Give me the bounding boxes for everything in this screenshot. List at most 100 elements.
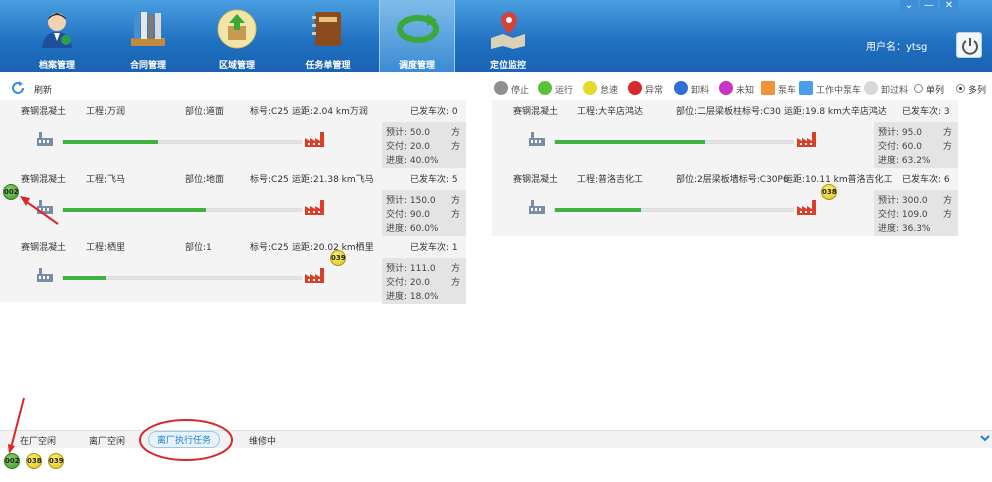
region-box-icon — [217, 9, 257, 49]
factory-icon — [305, 132, 324, 147]
task-distance: 运距:2.04 km万润 — [292, 107, 368, 117]
task-distance: 运距:19.8 km大辛店鸿达 — [784, 107, 887, 117]
view-single-label: 单列 — [926, 86, 945, 96]
nav-label: 合同管理 — [129, 61, 166, 71]
nav-location[interactable]: 定位监控 — [470, 0, 546, 72]
progress-fill — [555, 208, 642, 212]
task-project: 工程:飞马 — [86, 175, 126, 185]
truck-badge-002[interactable]: 002 — [3, 184, 19, 200]
status-dot — [583, 81, 597, 95]
task-part: 部位:1 — [185, 243, 212, 253]
task-project: 工程:大辛店鸿达 — [577, 107, 644, 117]
plant-icon — [37, 132, 53, 146]
nav-label: 区域管理 — [218, 61, 255, 71]
contract-books-icon — [131, 12, 165, 46]
refresh-button[interactable]: 刷新 — [34, 83, 52, 96]
toolbar: 刷新 停止 运行 怠速 异常 卸料 未知 泵车 工作中泵车 卸过料 单列 多列 — [0, 76, 992, 100]
status-dot — [538, 81, 552, 95]
tab-out-plant-idle[interactable]: 离厂空闲 — [89, 434, 125, 447]
truck-badge-002[interactable]: 002 — [4, 453, 20, 469]
chevron-down-icon[interactable] — [980, 433, 990, 443]
progress-track — [554, 140, 794, 144]
truck-badge-038[interactable]: 038 — [26, 453, 42, 469]
task-part: 部位:二层梁板柱标号:C30 — [676, 107, 781, 117]
progress-track — [62, 276, 302, 280]
nav-region[interactable]: 区域管理 — [199, 0, 275, 72]
task-distance: 运距:21.38 km飞马 — [292, 175, 374, 185]
factory-icon — [797, 200, 816, 215]
refresh-icon[interactable] — [10, 80, 26, 96]
task-company: 赛钢混凝土 — [513, 107, 559, 117]
task-card[interactable]: 赛钢混凝土 工程:普洛吉化工 部位:2层梁板墙标号:C30P6 运距:10.11… — [492, 168, 958, 236]
task-project: 工程:万润 — [86, 107, 126, 117]
logout-button[interactable] — [956, 32, 982, 58]
username-label: 用户名：ytsg — [866, 42, 928, 53]
nav-task[interactable]: 任务单管理 — [290, 0, 366, 72]
task-stats: 预计: 150.0 方 交付: 90.0 方 进度: 60.0% — [382, 190, 466, 236]
dispatch-arrow-icon — [397, 14, 439, 43]
plant-icon — [37, 268, 53, 282]
task-trips: 已发车次: 1 — [410, 243, 458, 253]
minimize-button[interactable]: ⌄ — [900, 0, 918, 14]
task-card[interactable]: 赛钢混凝土 工程:飞马 部位:地面 标号:C25 运距:21.38 km飞马 已… — [0, 168, 466, 236]
plant-icon — [37, 200, 53, 214]
close-button[interactable]: ✕ — [940, 0, 958, 14]
nav-label: 任务单管理 — [305, 61, 351, 71]
progress-fill — [555, 140, 706, 144]
status-square — [799, 81, 813, 95]
task-card[interactable]: 赛钢混凝土 工程:大辛店鸿达 部位:二层梁板柱标号:C30 运距:19.8 km… — [492, 100, 958, 168]
view-single-radio[interactable] — [914, 84, 923, 93]
truck-badge-039[interactable]: 039 — [48, 453, 64, 469]
plant-icon — [529, 132, 545, 146]
tab-maintenance[interactable]: 维修中 — [249, 434, 276, 447]
progress-fill — [63, 140, 159, 144]
task-part: 部位:道面 — [185, 107, 225, 117]
tab-in-plant-idle[interactable]: 在厂空闲 — [20, 434, 56, 447]
task-trips: 已发车次: 3 — [902, 107, 950, 117]
factory-icon — [797, 132, 816, 147]
task-stats: 预计: 50.0 方 交付: 20.0 方 进度: 40.0% — [382, 122, 466, 168]
progress-track — [62, 140, 302, 144]
plant-icon — [529, 200, 545, 214]
task-grade: 标号:C25 — [250, 107, 289, 117]
task-company: 赛钢混凝土 — [513, 175, 559, 185]
task-part: 部位:2层梁板墙标号:C30P6 — [676, 175, 789, 185]
status-dot — [719, 81, 733, 95]
task-part: 部位:地面 — [185, 175, 225, 185]
task-company: 赛钢混凝土 — [21, 175, 67, 185]
factory-icon — [305, 200, 324, 215]
task-card[interactable]: 赛钢混凝土 工程:万润 部位:道面 标号:C25 运距:2.04 km万润 已发… — [0, 100, 466, 168]
task-trips: 已发车次: 5 — [410, 175, 458, 185]
status-dot — [628, 81, 642, 95]
task-trips: 已发车次: 6 — [902, 175, 950, 185]
progress-track — [62, 208, 302, 212]
task-card[interactable]: 赛钢混凝土 工程:栖里 部位:1 标号:C25 运距:20.02 km栖里 已发… — [0, 236, 466, 304]
user-archive-icon — [42, 13, 72, 48]
task-trips: 已发车次: 0 — [410, 107, 458, 117]
status-square — [761, 81, 775, 95]
view-multi-label: 多列 — [968, 86, 987, 96]
view-multi-radio[interactable] — [956, 84, 965, 93]
nav-contract[interactable]: 合同管理 — [110, 0, 186, 72]
factory-icon — [305, 268, 324, 283]
progress-fill — [63, 208, 206, 212]
power-icon — [962, 38, 978, 55]
tab-executing[interactable]: 离厂执行任务 — [148, 431, 221, 448]
nav-archive[interactable]: 档案管理 — [19, 0, 95, 72]
nav-label: 调度管理 — [398, 61, 435, 71]
truck-badge-039[interactable]: 039 — [330, 250, 346, 266]
status-dot — [864, 81, 878, 95]
nav-label: 定位监控 — [489, 61, 526, 71]
nav-dispatch[interactable]: 调度管理 — [379, 0, 455, 72]
task-stats: 预计: 111.0 方 交付: 20.0 方 进度: 18.0% — [382, 258, 466, 304]
task-stats: 预计: 300.0 方 交付: 109.0 方 进度: 36.3% — [874, 190, 958, 236]
restore-button[interactable]: — — [920, 0, 938, 14]
task-project: 工程:普洛吉化工 — [577, 175, 644, 185]
status-dot — [494, 81, 508, 95]
truck-tray: 002 038 039 — [0, 448, 992, 482]
nav-label: 档案管理 — [38, 61, 75, 71]
task-company: 赛钢混凝土 — [21, 107, 67, 117]
task-project: 工程:栖里 — [86, 243, 126, 253]
status-dot — [674, 81, 688, 95]
truck-badge-038[interactable]: 038 — [821, 184, 837, 200]
